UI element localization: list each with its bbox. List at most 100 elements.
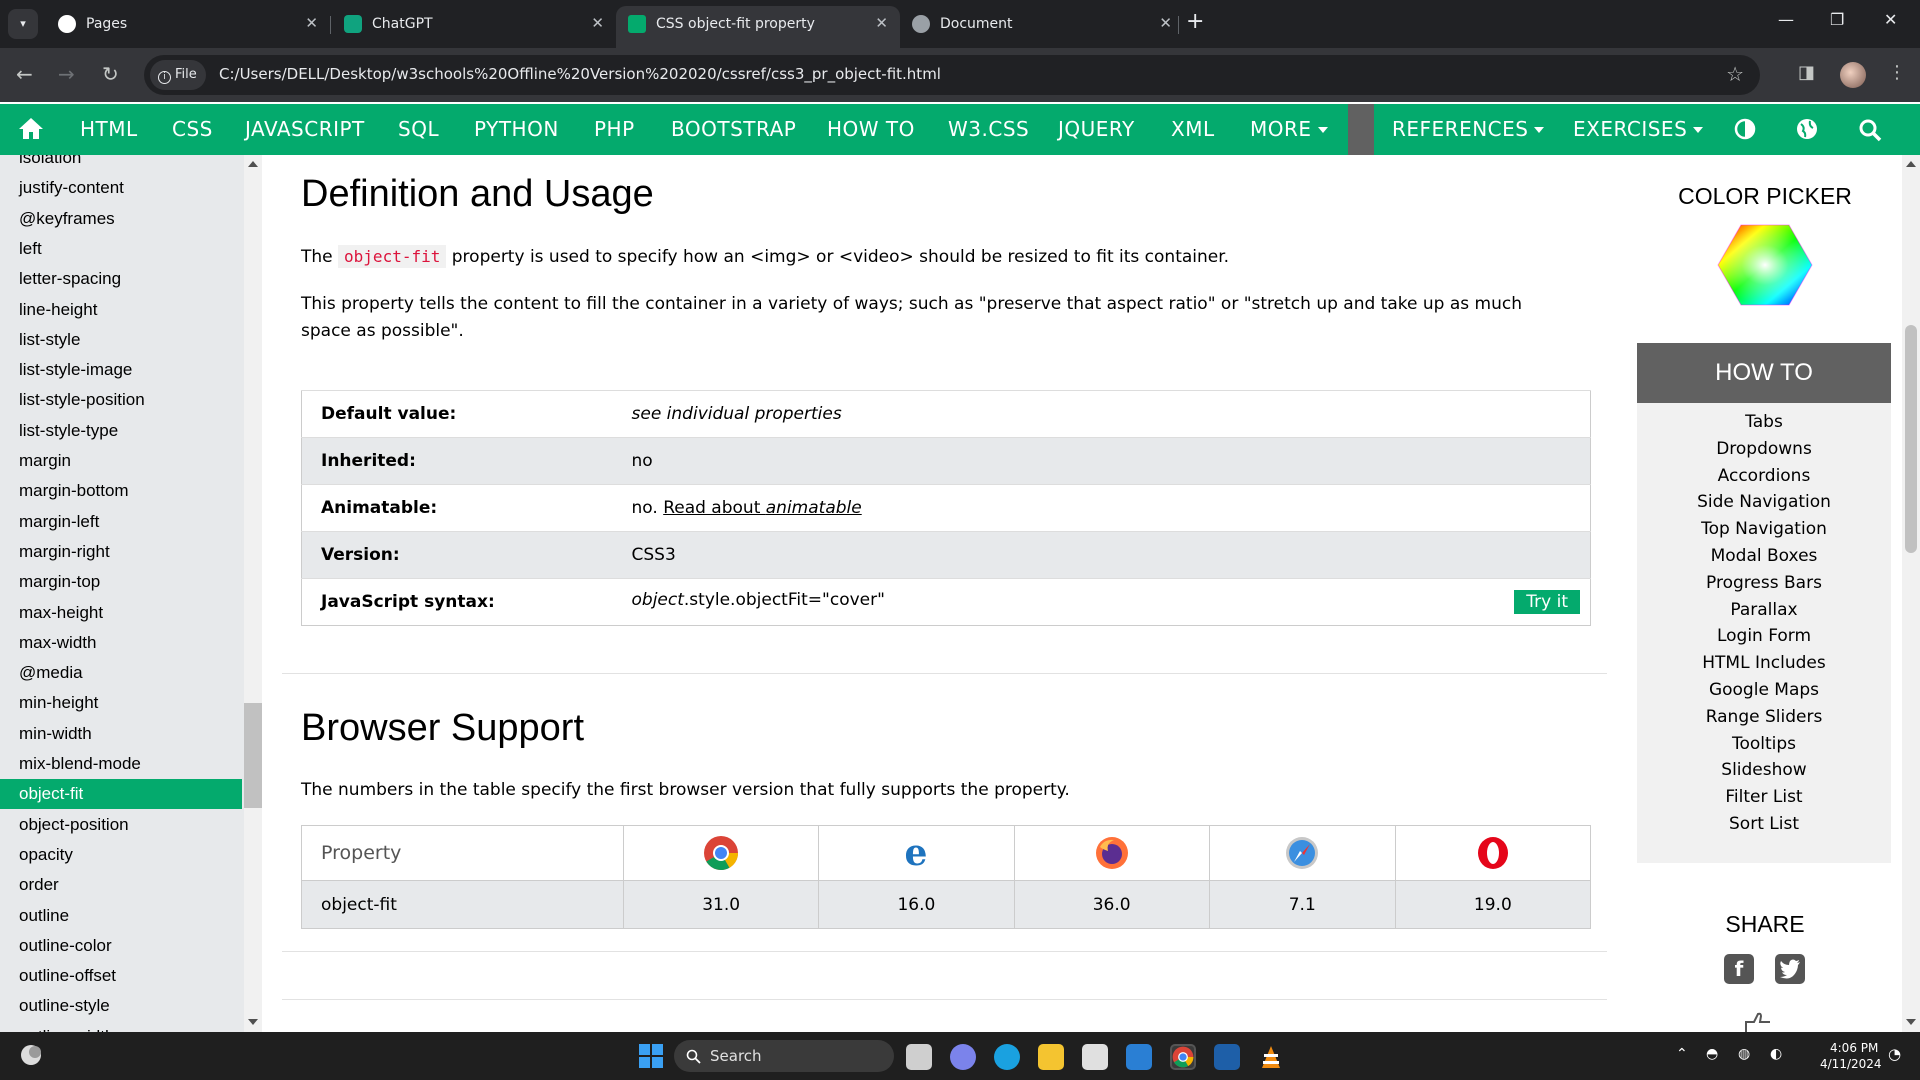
nav-w3css[interactable]: W3.CSS <box>948 104 1029 155</box>
store-icon[interactable] <box>1082 1044 1108 1070</box>
howto-link-side-navigation[interactable]: Side Navigation <box>1637 492 1891 512</box>
close-icon[interactable]: ✕ <box>1159 14 1172 32</box>
like-icon[interactable] <box>1742 1012 1776 1032</box>
howto-link-filter-list[interactable]: Filter List <box>1637 787 1891 807</box>
sidebar-item-left[interactable]: left <box>0 234 242 264</box>
sidebar-item-margin-bottom[interactable]: margin-bottom <box>0 476 242 506</box>
tab-chatgpt[interactable]: ChatGPT ✕ <box>332 6 616 42</box>
nav-xml[interactable]: XML <box>1171 104 1215 155</box>
network-icon[interactable]: ◓ <box>1706 1046 1718 1062</box>
howto-link-login-form[interactable]: Login Form <box>1637 626 1891 646</box>
tab-document[interactable]: Document ✕ <box>900 6 1184 42</box>
site-info-chip[interactable]: i File <box>150 60 206 90</box>
close-icon[interactable]: ✕ <box>305 14 318 32</box>
edge-taskbar-icon[interactable] <box>994 1044 1020 1070</box>
chrome-taskbar-icon[interactable] <box>1170 1044 1196 1070</box>
sidebar-item-isolation[interactable]: isolation <box>0 155 242 173</box>
close-icon[interactable]: ✕ <box>591 14 604 32</box>
scroll-thumb[interactable] <box>244 703 262 808</box>
nav-sql[interactable]: SQL <box>398 104 439 155</box>
sidebar-item-list-style-type[interactable]: list-style-type <box>0 416 242 446</box>
sidebar-item-media[interactable]: @media <box>0 658 242 688</box>
sidebar-item-opacity[interactable]: opacity <box>0 840 242 870</box>
tray-overflow-icon[interactable]: ⌃ <box>1676 1046 1688 1062</box>
sidebar-item-max-width[interactable]: max-width <box>0 628 242 658</box>
sidebar-item-list-style-image[interactable]: list-style-image <box>0 355 242 385</box>
nav-more[interactable]: MORE <box>1250 104 1328 155</box>
close-icon[interactable]: ✕ <box>875 14 888 32</box>
windows-start-icon[interactable] <box>638 1043 664 1069</box>
bookmark-star-icon[interactable]: ☆ <box>1726 62 1744 86</box>
theme-toggle-icon[interactable] <box>1734 118 1756 140</box>
tab-search-button[interactable]: ▾ <box>8 9 38 39</box>
url-text[interactable]: C:/Users/DELL/Desktop/w3schools%20Offlin… <box>219 65 941 83</box>
home-icon[interactable] <box>18 116 44 140</box>
howto-link-parallax[interactable]: Parallax <box>1637 600 1891 620</box>
sidebar-item-object-fit[interactable]: object-fit <box>0 779 242 810</box>
file-explorer-icon[interactable] <box>1038 1044 1064 1070</box>
scroll-up-arrow[interactable] <box>248 161 258 167</box>
scroll-down-arrow[interactable] <box>248 1019 258 1025</box>
nav-html[interactable]: HTML <box>80 104 138 155</box>
nav-css[interactable]: CSS <box>172 104 213 155</box>
twitter-icon[interactable] <box>1775 954 1805 984</box>
new-tab-button[interactable]: + <box>1186 9 1204 34</box>
howto-link-tabs[interactable]: Tabs <box>1637 412 1891 432</box>
forward-icon[interactable]: → <box>58 62 75 86</box>
howto-link-progress-bars[interactable]: Progress Bars <box>1637 573 1891 593</box>
sidebar-item-max-height[interactable]: max-height <box>0 598 242 628</box>
sidebar-item-justify-content[interactable]: justify-content <box>0 173 242 203</box>
sidebar-item-margin-right[interactable]: margin-right <box>0 537 242 567</box>
scroll-thumb[interactable] <box>1905 325 1917 553</box>
back-icon[interactable]: ← <box>16 62 33 86</box>
reload-icon[interactable]: ↻ <box>102 62 119 86</box>
sidebar-item-list-style[interactable]: list-style <box>0 325 242 355</box>
howto-link-tooltips[interactable]: Tooltips <box>1637 734 1891 754</box>
sidebar-item-margin-top[interactable]: margin-top <box>0 567 242 597</box>
weather-icon[interactable] <box>18 1042 44 1068</box>
teams-icon[interactable] <box>950 1044 976 1070</box>
howto-link-html-includes[interactable]: HTML Includes <box>1637 653 1891 673</box>
vscode-icon[interactable] <box>1126 1044 1152 1070</box>
nav-references[interactable]: REFERENCES <box>1392 104 1545 155</box>
sidebar-item-keyframes[interactable]: @keyframes <box>0 204 242 234</box>
sidebar-item-letter-spacing[interactable]: letter-spacing <box>0 264 242 294</box>
howto-link-dropdowns[interactable]: Dropdowns <box>1637 439 1891 459</box>
scroll-down-arrow[interactable] <box>1906 1019 1916 1025</box>
try-it-button[interactable]: Try it <box>1514 590 1580 614</box>
address-bar[interactable]: i File C:/Users/DELL/Desktop/w3schools%20… <box>144 55 1760 95</box>
howto-link-slideshow[interactable]: Slideshow <box>1637 760 1891 780</box>
howto-link-top-navigation[interactable]: Top Navigation <box>1637 519 1891 539</box>
sidebar-item-min-width[interactable]: min-width <box>0 719 242 749</box>
volume-icon[interactable]: ◐ <box>1770 1046 1782 1062</box>
tab-pages[interactable]: Pages ✕ <box>46 6 330 42</box>
side-panel-icon[interactable]: ◨ <box>1798 62 1815 83</box>
restore-icon[interactable]: ❐ <box>1830 10 1844 29</box>
task-view-icon[interactable] <box>906 1044 932 1070</box>
sidebar-item-outline-width[interactable]: outline-width <box>0 1022 242 1032</box>
howto-link-modal-boxes[interactable]: Modal Boxes <box>1637 546 1891 566</box>
tab-object-fit[interactable]: CSS object-fit property ✕ <box>616 6 900 48</box>
nav-exercises[interactable]: EXERCISES <box>1573 104 1704 155</box>
window-close-icon[interactable]: ✕ <box>1884 10 1897 29</box>
animatable-link[interactable]: Read about animatable <box>663 498 862 518</box>
color-picker-icon[interactable] <box>1717 223 1813 307</box>
avatar[interactable] <box>1840 62 1866 88</box>
minimize-icon[interactable]: — <box>1778 10 1794 29</box>
nav-javascript[interactable]: JAVASCRIPT <box>245 104 365 155</box>
facebook-icon[interactable]: f <box>1724 954 1754 984</box>
nav-howto[interactable]: HOW TO <box>827 104 915 155</box>
howto-link-sort-list[interactable]: Sort List <box>1637 814 1891 834</box>
nav-bootstrap[interactable]: BOOTSTRAP <box>671 104 796 155</box>
sidebar-item-outline-color[interactable]: outline-color <box>0 931 242 961</box>
sidebar-item-order[interactable]: order <box>0 870 242 900</box>
sidebar-item-mix-blend-mode[interactable]: mix-blend-mode <box>0 749 242 779</box>
taskbar-search[interactable]: Search <box>674 1040 894 1072</box>
language-icon[interactable]: ◍ <box>1738 1046 1750 1062</box>
sidebar-item-outline[interactable]: outline <box>0 901 242 931</box>
sidebar-item-margin[interactable]: margin <box>0 446 242 476</box>
howto-link-google-maps[interactable]: Google Maps <box>1637 680 1891 700</box>
howto-link-range-sliders[interactable]: Range Sliders <box>1637 707 1891 727</box>
clock-date[interactable]: 4/11/2024 <box>1820 1057 1882 1071</box>
notification-bell-icon[interactable]: ◔ <box>1888 1045 1901 1063</box>
